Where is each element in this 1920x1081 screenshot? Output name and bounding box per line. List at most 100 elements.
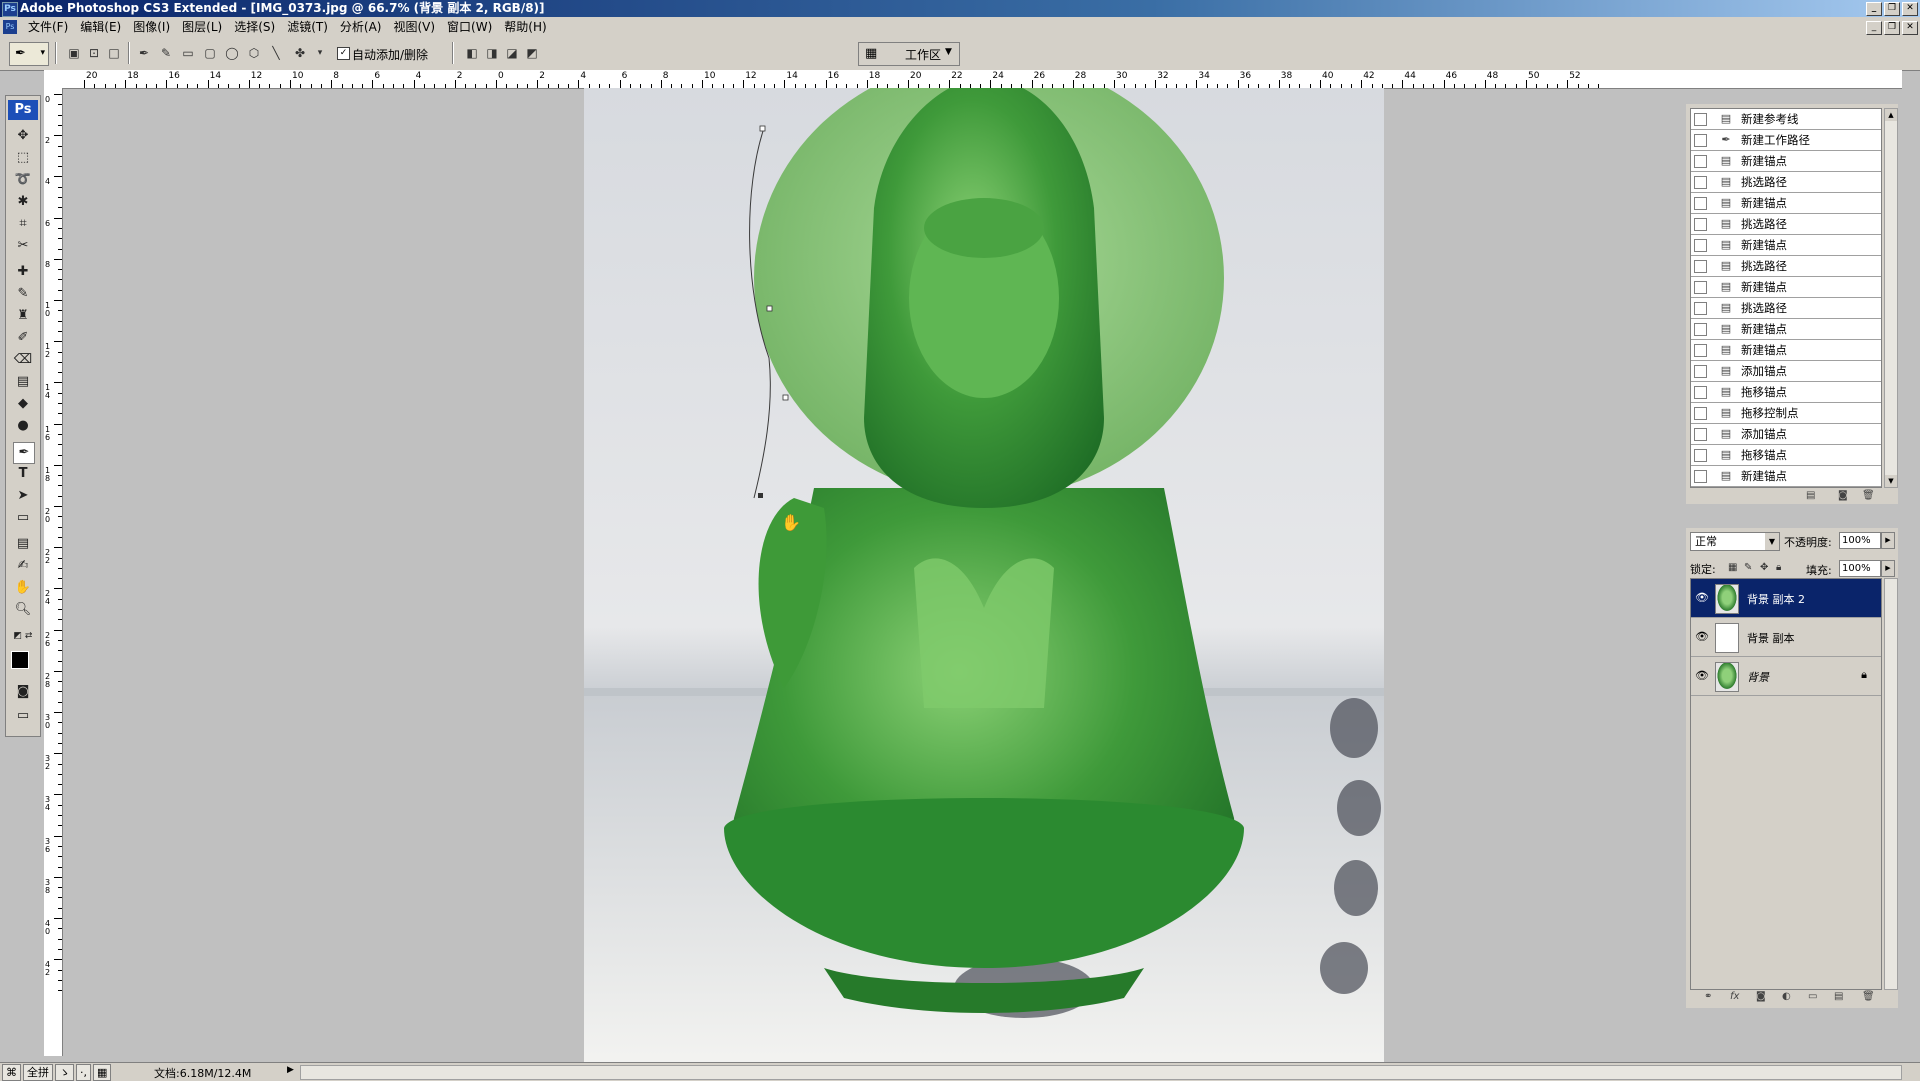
path-subtract-icon[interactable]: ◨ [484,45,500,61]
link-layers-icon[interactable]: ⚭ [1704,991,1712,1002]
ime-button[interactable]: 全拼 [23,1064,53,1081]
ellipse-icon[interactable]: ◯ [224,45,240,61]
history-brush-tool-icon[interactable]: ✐ [13,328,33,348]
brush-tool-icon[interactable]: ✎ [13,284,33,304]
lock-transparency-icon[interactable]: ▦ [1728,562,1737,573]
screen-mode-icon[interactable]: ▭ [13,706,33,726]
paths-mode-icon[interactable]: ⊡ [86,45,102,61]
trash-icon[interactable]: 🗑︎ [1862,991,1875,1002]
history-item[interactable]: ✒ 新建工作路径 [1691,130,1881,151]
slice-tool-icon[interactable]: ✂ [13,236,33,256]
history-item[interactable]: ▤ 拖移控制点 [1691,487,1881,488]
foreground-color-swatch[interactable] [11,651,29,669]
magic-wand-tool-icon[interactable]: ✱ [13,192,33,212]
doc-minimize-button[interactable]: _ [1866,21,1882,35]
visibility-eye-icon[interactable]: 👁︎ [1695,591,1709,604]
geometry-options-chevron-icon[interactable]: ▾ [312,45,328,61]
hand-tool-icon[interactable]: ✋ [13,578,33,598]
opacity-slider-icon[interactable]: ▶ [1881,532,1895,549]
layer-row[interactable]: 👁︎ 背景 🔒︎ [1691,657,1881,696]
history-source-checkbox[interactable] [1694,407,1707,420]
document-icon[interactable]: Ps [3,20,17,34]
history-scrollbar[interactable]: ▲ ▼ [1884,108,1898,488]
history-source-checkbox[interactable] [1694,323,1707,336]
lock-pixels-icon[interactable]: ✎ [1744,562,1752,573]
history-source-checkbox[interactable] [1694,428,1707,441]
ime-button[interactable]: ゝ [55,1064,74,1081]
path-intersect-icon[interactable]: ◪ [504,45,520,61]
history-source-checkbox[interactable] [1694,386,1707,399]
history-item[interactable]: ▤ 新建锚点 [1691,466,1881,487]
quick-mask-icon[interactable]: ◙ [13,682,33,702]
history-item[interactable]: ▤ 新建锚点 [1691,151,1881,172]
shape-tool-icon[interactable]: ▭ [13,508,33,528]
new-document-from-state-icon[interactable]: ▤ [1806,490,1815,501]
history-item[interactable]: ▤ 挑选路径 [1691,298,1881,319]
vertical-ruler[interactable]: 0 2 4 6 8 10 12 14 16 18 20 22 24 26 28 30 32 34 36 38 40 42 [44,88,63,1056]
restore-button[interactable]: ❐ [1884,2,1900,16]
blur-tool-icon[interactable]: ◆ [13,394,33,414]
history-source-checkbox[interactable] [1694,134,1707,147]
adjustment-layer-icon[interactable]: ◐ [1782,991,1791,1002]
history-item[interactable]: ▤ 添加锚点 [1691,361,1881,382]
ime-button[interactable]: ▦ [93,1064,112,1081]
add-mask-icon[interactable]: ◙ [1756,991,1766,1002]
history-item[interactable]: ▤ 拖移控制点 [1691,403,1881,424]
type-tool-icon[interactable]: T [13,464,33,484]
gradient-tool-icon[interactable]: ▤ [13,372,33,392]
history-source-checkbox[interactable] [1694,260,1707,273]
visibility-eye-icon[interactable]: 👁︎ [1695,630,1709,643]
document-canvas[interactable]: ✋ [584,88,1384,1068]
history-source-checkbox[interactable] [1694,344,1707,357]
shape-layers-icon[interactable]: ▣ [66,45,82,61]
custom-shape-icon[interactable]: ✤ [292,45,308,61]
fill-slider-icon[interactable]: ▶ [1881,560,1895,577]
lasso-tool-icon[interactable]: ➰ [13,170,33,190]
layer-row[interactable]: 👁︎ 背景 副本 [1691,618,1881,657]
menu-item[interactable]: 图层(L) [176,17,228,37]
crop-tool-icon[interactable]: ⌗ [13,214,33,234]
zoom-tool-icon[interactable]: 🔍︎ [13,600,33,620]
history-source-checkbox[interactable] [1694,239,1707,252]
history-item[interactable]: ▤ 拖移锚点 [1691,445,1881,466]
path-selection-tool-icon[interactable]: ➤ [13,486,33,506]
opacity-input[interactable]: 100% [1839,532,1881,549]
scroll-up-icon[interactable]: ▲ [1885,109,1897,121]
clone-stamp-tool-icon[interactable]: ♜ [13,306,33,326]
history-source-checkbox[interactable] [1694,218,1707,231]
history-source-checkbox[interactable] [1694,302,1707,315]
menu-item[interactable]: 选择(S) [228,17,281,37]
path-exclude-icon[interactable]: ◩ [524,45,540,61]
pen-tool-icon[interactable]: ✒ [136,45,152,61]
history-item[interactable]: ▤ 挑选路径 [1691,256,1881,277]
move-tool-icon[interactable]: ✥ [13,126,33,146]
history-source-checkbox[interactable] [1694,176,1707,189]
ps-logo[interactable]: Ps [8,100,38,120]
history-source-checkbox[interactable] [1694,197,1707,210]
layer-style-fx-icon[interactable]: fx [1730,991,1739,1002]
line-icon[interactable]: ╲ [268,45,284,61]
trash-icon[interactable]: 🗑︎ [1862,490,1875,501]
menu-item[interactable]: 滤镜(T) [281,17,334,37]
history-source-checkbox[interactable] [1694,449,1707,462]
photoshop-app-icon[interactable]: Ps [2,2,18,17]
history-item[interactable]: ▤ 新建锚点 [1691,193,1881,214]
pen-tool-icon[interactable]: ✒ [13,442,35,464]
freeform-pen-icon[interactable]: ✎ [158,45,174,61]
menu-item[interactable]: 图像(I) [127,17,176,37]
path-add-icon[interactable]: ◧ [464,45,480,61]
menu-item[interactable]: 窗口(W) [441,17,498,37]
history-item[interactable]: ▤ 新建锚点 [1691,277,1881,298]
new-layer-icon[interactable]: ▤ [1834,991,1843,1002]
menu-item[interactable]: 帮助(H) [498,17,552,37]
menu-item[interactable]: 编辑(E) [74,17,127,37]
layer-row[interactable]: 👁︎ 背景 副本 2 [1691,579,1881,618]
history-source-checkbox[interactable] [1694,470,1707,483]
layers-scrollbar[interactable] [1884,578,1898,990]
history-item[interactable]: ▤ 新建参考线 [1691,109,1881,130]
horizontal-ruler[interactable]: 20 18 16 14 12 10 8 6 4 2 0 2 4 6 8 10 12 14 16 18 20 22 24 26 2… [44,70,1902,89]
marquee-tool-icon[interactable]: ⬚ [13,148,33,168]
fill-input[interactable]: 100% [1839,560,1881,577]
healing-brush-tool-icon[interactable]: ✚ [13,262,33,282]
workspace-button[interactable]: ▦ 工作区 ▼ [858,42,960,66]
